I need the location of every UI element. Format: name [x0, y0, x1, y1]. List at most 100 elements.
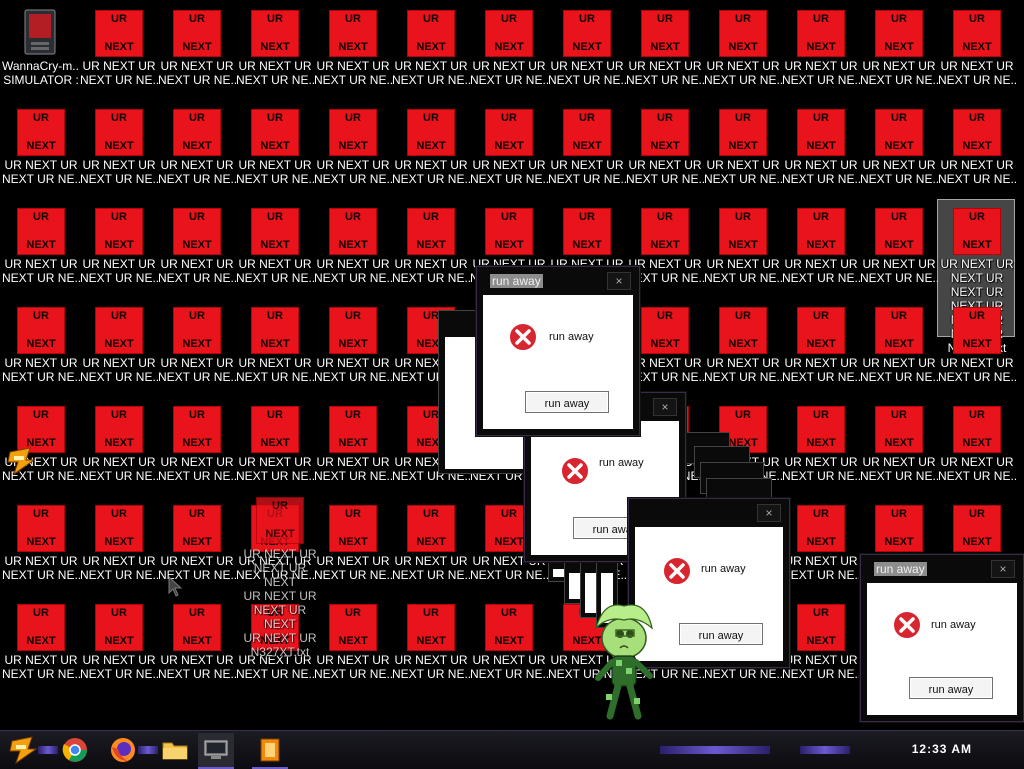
text-file-icon[interactable]: URNEXTUR NEXT URNEXT UR NE... — [392, 2, 470, 101]
start-icon[interactable] — [8, 735, 38, 765]
file-caption: UR NEXT URNEXT UR NE... — [938, 455, 1016, 483]
text-file-icon[interactable]: URNEXTUR NEXT URNEXT UR NE... — [2, 101, 80, 200]
close-icon[interactable]: × — [653, 398, 677, 416]
clock[interactable]: 12:33 AM — [912, 742, 972, 756]
text-file-icon[interactable]: URNEXTUR NEXT URNEXT UR NE... — [2, 596, 80, 695]
text-file-icon[interactable]: URNEXTUR NEXT URNEXT UR NE... — [158, 101, 236, 200]
text-file-icon[interactable]: URNEXTUR NEXT URNEXT UR NE... — [158, 200, 236, 299]
text-file-icon[interactable]: URNEXTUR NEXT URNEXT UR NE... — [80, 299, 158, 398]
text-file-icon[interactable]: URNEXTUR NEXT URNEXT UR NE... — [314, 497, 392, 596]
text-file-icon[interactable]: URNEXTUR NEXT URNEXT UR NE... — [314, 299, 392, 398]
app-shortcut-icon[interactable] — [6, 446, 36, 476]
run-away-button[interactable]: run away — [679, 623, 763, 645]
error-dialog[interactable]: run away × run away run away — [860, 554, 1024, 722]
file-caption: UR NEXT URNEXT UR NE... — [860, 59, 938, 87]
text-file-icon[interactable]: URNEXTUR NEXT URNEXT UR NE... — [314, 398, 392, 497]
text-file-icon[interactable]: URNEXTUR NEXT URNEXT UR NE... — [470, 2, 548, 101]
text-file-icon[interactable]: URNEXTUR NEXT URNEXT UR NE... — [782, 2, 860, 101]
close-icon[interactable]: × — [757, 504, 781, 522]
mouse-cursor-icon — [168, 576, 183, 597]
text-file-icon[interactable]: URNEXTUR NEXT URNEXT UR NE... — [860, 101, 938, 200]
text-file-icon[interactable]: URNEXTUR NEXT URNEXT UR NE... — [938, 299, 1016, 398]
taskbar-app-button[interactable] — [252, 733, 288, 769]
taskbar-active-app[interactable] — [198, 733, 234, 769]
text-file-icon[interactable]: URNEXTUR NEXT URNEXT UR NE... — [548, 101, 626, 200]
file-caption: UR NEXT URNEXT UR NE... — [158, 158, 236, 186]
firefox-icon[interactable] — [108, 735, 138, 765]
text-file-icon[interactable]: URNEXTUR NEXT URNEXT UR NE... — [236, 200, 314, 299]
text-file-icon[interactable]: URNEXTUR NEXT URNEXT UR NE... — [158, 398, 236, 497]
text-file-icon[interactable]: URNEXTUR NEXT URNEXT UR NE... — [782, 497, 860, 596]
wannacry-simulator-shortcut[interactable]: WannaCry-m... SIMULATOR : — [2, 2, 80, 101]
file-caption: UR NEXT URNEXT UR NE... — [2, 356, 80, 384]
text-file-icon[interactable]: URNEXTUR NEXT URNEXT UR NE... — [782, 398, 860, 497]
close-icon[interactable]: × — [991, 560, 1015, 578]
text-file-icon[interactable]: URNEXTUR NEXT URNEXT UR NE... — [80, 596, 158, 695]
text-file-icon[interactable]: URNEXTUR NEXT URNEXT UR NE... — [860, 200, 938, 299]
text-file-icon[interactable]: URNEXTUR NEXT URNEXT UR NE... — [314, 200, 392, 299]
text-file-icon[interactable]: URNEXTUR NEXT URNEXT UR NE... — [2, 497, 80, 596]
run-away-button[interactable]: run away — [525, 391, 609, 413]
text-file-icon[interactable]: URNEXTUR NEXT URNEXT UR NE... — [782, 101, 860, 200]
text-file-icon[interactable]: URNEXTUR NEXT URNEXT UR NE... — [470, 596, 548, 695]
text-file-icon[interactable]: URNEXTUR NEXT URNEXT UR NE... — [392, 497, 470, 596]
file-caption: UR NEXT URNEXT UR NE... — [392, 158, 470, 186]
text-file-icon[interactable]: URNEXTUR NEXT URNEXT UR NE... — [2, 200, 80, 299]
text-file-icon[interactable]: URNEXTUR NEXT URNEXT UR NE... — [938, 101, 1016, 200]
file-caption: UR NEXT URNEXT UR NE... — [314, 653, 392, 681]
file-tile: URNEXT — [407, 10, 455, 57]
text-file-icon[interactable]: URNEXTUR NEXT URNEXT UR NE... — [782, 200, 860, 299]
text-file-icon[interactable]: URNEXTUR NEXT URNEXT UR NE... — [158, 596, 236, 695]
dialog-titlebar[interactable]: run away × — [861, 555, 1023, 581]
text-file-icon[interactable]: URNEXTUR NEXT URNEXT UR NE... — [80, 200, 158, 299]
text-file-icon[interactable]: URNEXTUR NEXT URNEXT UR NE... — [236, 101, 314, 200]
file-tile: URNEXT — [329, 109, 377, 156]
text-file-icon[interactable]: URNEXTUR NEXT URNEXT UR NE... — [704, 299, 782, 398]
file-tile: URNEXT — [17, 307, 65, 354]
text-file-icon[interactable]: URNEXTUR NEXT URNEXT UR NE... — [80, 398, 158, 497]
text-file-icon[interactable]: URNEXTUR NEXT URNEXT UR NE... — [626, 2, 704, 101]
text-file-icon[interactable]: URNEXTUR NEXT URNEXT UR NE... — [80, 101, 158, 200]
text-file-icon[interactable]: URNEXTUR NEXT URNEXT UR NE... — [314, 101, 392, 200]
text-file-icon[interactable]: URNEXTUR NEXT URNEXT UR NE... — [158, 2, 236, 101]
text-file-icon[interactable]: URNEXTUR NEXT URNEXT UR NE... — [236, 398, 314, 497]
text-file-icon[interactable]: URNEXTUR NEXT URNEXT UR NE... — [860, 299, 938, 398]
file-tile: URNEXT — [173, 10, 221, 57]
file-tile: URNEXT — [329, 406, 377, 453]
text-file-icon[interactable]: URNEXTUR NEXT URNEXT UR NE... — [626, 101, 704, 200]
error-dialog[interactable]: run away × run away run away — [476, 266, 640, 436]
text-file-icon[interactable]: URNEXTUR NEXT URNEXT UR NE... — [860, 398, 938, 497]
file-caption: UR NEXT URNEXT UR NE... — [314, 257, 392, 285]
text-file-icon[interactable]: URNEXTUR NEXT URNEXT UR NE... — [704, 200, 782, 299]
text-file-icon[interactable]: URNEXTUR NEXT URNEXT UR NE... — [938, 398, 1016, 497]
text-file-icon[interactable]: URNEXTUR NEXT URNEXT UR NE... — [548, 2, 626, 101]
text-file-icon[interactable]: URNEXTUR NEXT URNEXT UR NE... — [392, 200, 470, 299]
text-file-icon[interactable]: URNEXTUR NEXT URNEXT UR NE... — [704, 101, 782, 200]
text-file-icon[interactable]: URNEXTUR NEXT URNEXT UR NE... — [704, 2, 782, 101]
dialog-titlebar[interactable]: run away × — [477, 267, 639, 293]
folder-icon[interactable] — [160, 735, 190, 765]
text-file-icon[interactable]: URNEXTUR NEXT URNEXT UR NE... — [2, 299, 80, 398]
file-caption: UR NEXT URNEXT UR NE... — [704, 356, 782, 384]
text-file-icon[interactable]: URNEXTUR NEXT URNEXT UR NE... — [158, 299, 236, 398]
text-file-icon[interactable]: URNEXTUR NEXT URNEXT UR NE... — [314, 596, 392, 695]
text-file-icon[interactable]: URNEXTUR NEXT URNEXT UR NE... — [236, 2, 314, 101]
close-icon[interactable]: × — [607, 272, 631, 290]
text-file-icon[interactable]: URNEXTUR NEXT URNEXT UR NE... — [860, 2, 938, 101]
text-file-icon[interactable]: URNEXTUR NEXT URNEXT UR NE... — [470, 101, 548, 200]
text-file-icon[interactable]: URNEXTUR NEXT URNEXT UR NE... — [938, 2, 1016, 101]
text-file-icon[interactable]: URNEXTUR NEXT URNEXT UR NE... — [782, 596, 860, 695]
dragged-file-icon[interactable]: UR NEXT UR NEXT UR NEXT UR NEXT UR NEXT … — [241, 491, 319, 659]
text-file-icon[interactable]: URNEXTUR NEXT URNEXT UR NE... — [80, 497, 158, 596]
text-file-icon[interactable]: URNEXTUR NEXT URNEXT UR NE... — [314, 2, 392, 101]
text-file-icon[interactable]: URNEXTUR NEXT URNEXT UR NE... — [392, 101, 470, 200]
computer-icon — [24, 9, 56, 55]
text-file-icon[interactable]: URNEXTUR NEXT URNEXT UR NE... — [392, 596, 470, 695]
chrome-icon[interactable] — [60, 735, 90, 765]
text-file-icon[interactable]: URNEXTUR NEXT URNEXT UR NE... — [80, 2, 158, 101]
file-tile: URNEXT — [485, 208, 533, 255]
dialog-titlebar[interactable]: × — [629, 499, 789, 525]
text-file-icon[interactable]: URNEXTUR NEXT URNEXT UR NE... — [236, 299, 314, 398]
run-away-button[interactable]: run away — [909, 677, 993, 699]
text-file-icon[interactable]: URNEXTUR NEXT URNEXT UR NE... — [782, 299, 860, 398]
